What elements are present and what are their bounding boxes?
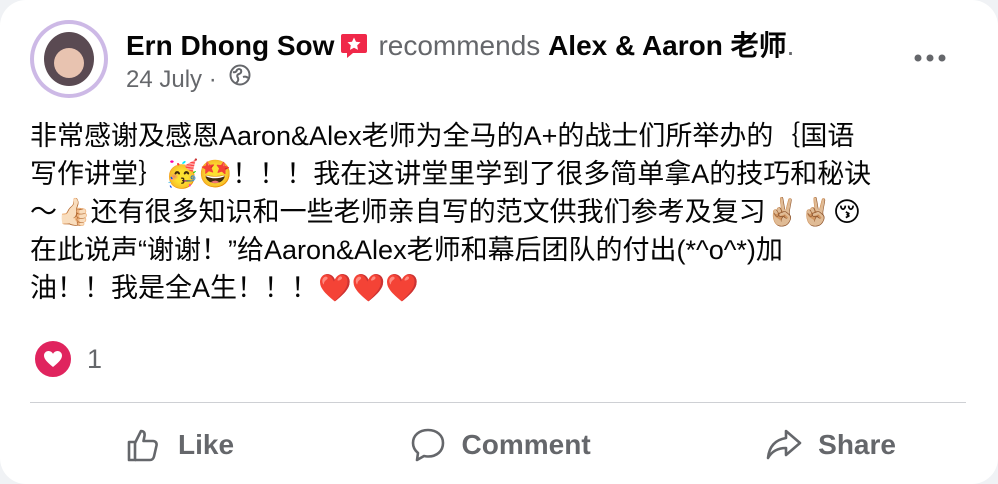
post-body-line: 油！！我是全A生！！！❤️❤️❤️ xyxy=(30,273,419,303)
share-label: Share xyxy=(818,429,896,460)
action-bar: Like Comment Share xyxy=(30,418,966,472)
header-period: . xyxy=(786,30,795,61)
post-body-line: ～👍🏻还有很多知识和一些老师亲自写的范文供我们参考及复习✌🏼✌🏼😚 xyxy=(30,197,862,227)
more-options-button[interactable] xyxy=(910,40,950,76)
reaction-summary[interactable]: 1 xyxy=(33,339,103,379)
post-body-line: 非常感谢及感恩Aaron&Alex老师为全马的A+的战士们所举办的｛国语 xyxy=(30,121,855,151)
heart-icon xyxy=(33,339,73,379)
recommended-page-name[interactable]: Alex & Aaron 老师 xyxy=(548,30,787,61)
post-body-line: 在此说声“谢谢！”给Aaron&Alex老师和幕后团队的付出(*^o^*)加 xyxy=(30,235,783,265)
recommend-badge-icon xyxy=(340,32,368,58)
comment-button[interactable]: Comment xyxy=(410,418,591,472)
post-date[interactable]: 24 July xyxy=(126,66,202,93)
post-body-line: 写作讲堂｝🥳🤩！！！我在这讲堂里学到了很多简单拿A的技巧和秘诀 xyxy=(30,159,872,189)
globe-icon xyxy=(229,64,251,93)
meta-separator: · xyxy=(208,66,217,93)
recommends-text: recommends xyxy=(378,30,541,61)
post-body: 非常感谢及感恩Aaron&Alex老师为全马的A+的战士们所举办的｛国语 写作讲… xyxy=(30,117,970,307)
post-card: Ern Dhong Sow recommends Alex & Aaron 老师.… xyxy=(0,0,998,484)
actions-divider xyxy=(30,402,966,403)
post-meta: 24 July · xyxy=(126,64,251,95)
share-icon xyxy=(766,429,802,460)
share-button[interactable]: Share xyxy=(766,418,896,472)
reaction-count: 1 xyxy=(87,343,103,374)
thumbs-up-icon xyxy=(127,429,158,462)
avatar-face xyxy=(54,48,84,78)
like-button[interactable]: Like xyxy=(126,418,234,472)
comment-icon xyxy=(411,428,444,462)
avatar[interactable] xyxy=(30,20,108,98)
post-header: Ern Dhong Sow recommends Alex & Aaron 老师. xyxy=(126,24,794,64)
like-label: Like xyxy=(178,429,235,460)
comment-label: Comment xyxy=(461,429,591,460)
author-name[interactable]: Ern Dhong Sow xyxy=(126,30,334,61)
more-dots-icon xyxy=(914,54,946,62)
